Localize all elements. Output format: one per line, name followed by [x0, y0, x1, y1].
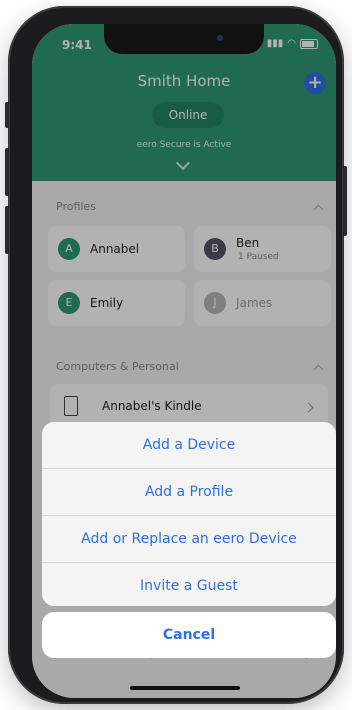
add-profile-option[interactable]: Add a Profile — [42, 469, 336, 516]
mute-switch — [5, 102, 9, 128]
home-indicator — [130, 686, 240, 690]
volume-up-button — [5, 148, 9, 196]
camera-icon — [217, 35, 223, 41]
add-replace-eero-option[interactable]: Add or Replace an eero Device — [42, 516, 336, 563]
cancel-button[interactable]: Cancel — [42, 612, 336, 658]
action-sheet: Add a Device Add a Profile Add or Replac… — [42, 422, 336, 606]
phone-frame: 9:41 ▮▮▮ ◠ Smith Home + Online eero Secu… — [5, 6, 347, 704]
add-device-option[interactable]: Add a Device — [42, 422, 336, 469]
volume-down-button — [5, 206, 9, 254]
invite-guest-option[interactable]: Invite a Guest — [42, 563, 336, 606]
power-button — [343, 166, 347, 236]
notch — [104, 24, 264, 54]
screen: 9:41 ▮▮▮ ◠ Smith Home + Online eero Secu… — [32, 24, 336, 698]
